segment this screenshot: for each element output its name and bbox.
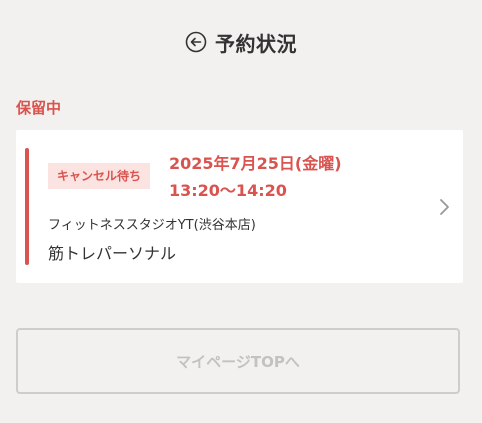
reservation-time: 13:20〜14:20	[169, 181, 287, 200]
mypage-top-button-label: マイページTOPへ	[176, 352, 300, 371]
page-header: 予約状況	[0, 22, 482, 62]
chevron-right-icon	[437, 198, 451, 216]
mypage-top-button[interactable]: マイページTOPへ	[16, 328, 460, 394]
status-badge: キャンセル待ち	[48, 163, 151, 189]
card-accent-bar	[25, 148, 29, 265]
course-name: 筋トレパーソナル	[48, 244, 177, 263]
reservation-date: 2025年7月25日(金曜)	[169, 154, 342, 173]
section-label-pending: 保留中	[16, 99, 62, 117]
back-icon[interactable]	[185, 31, 207, 53]
page-title: 予約状況	[215, 31, 297, 56]
studio-name: フィットネススタジオYT(渋谷本店)	[48, 218, 256, 233]
reservation-card[interactable]: キャンセル待ち 2025年7月25日(金曜) 13:20〜14:20 フィットネ…	[16, 130, 463, 283]
